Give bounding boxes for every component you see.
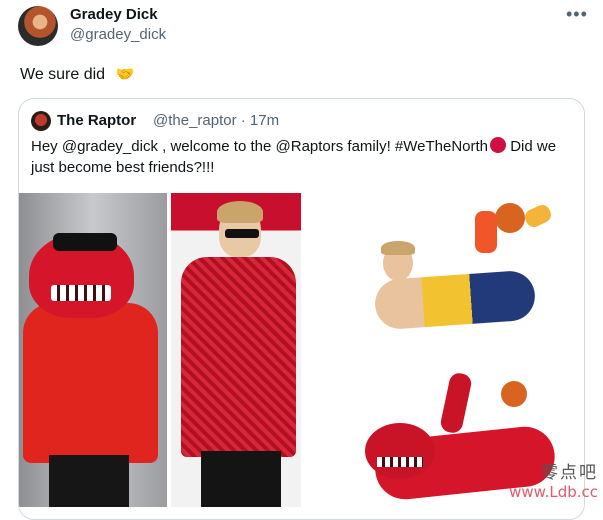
quoted-avatar[interactable]: [31, 111, 51, 131]
mascot-teeth-shape: [51, 285, 111, 301]
basketball-icon: [501, 381, 527, 407]
shoe-shape: [522, 202, 554, 230]
more-horizontal-icon[interactable]: •••: [566, 4, 588, 25]
quoted-text: Hey @gradey_dick , welcome to the @Rapto…: [31, 136, 576, 178]
gradey-dick-lying-pose-image[interactable]: [325, 193, 580, 351]
quoted-text-part1: Hey @gradey_dick , welcome to the @Rapto…: [31, 138, 489, 155]
player-sunglasses-shape: [225, 229, 259, 238]
watermark-chinese: 零点吧: [541, 463, 598, 483]
mascot-tail-shape: [439, 371, 473, 435]
raptors-logo-icon: [490, 137, 507, 153]
player-hair-shape: [381, 241, 415, 255]
mascot-teeth-shape: [377, 457, 423, 467]
shoe-shape: [475, 211, 497, 253]
pants-shape: [201, 451, 281, 507]
watermark: 零点吧 www.Ldb.cc: [498, 458, 598, 501]
author-avatar[interactable]: [18, 6, 58, 46]
author-handle[interactable]: @gradey_dick: [70, 26, 166, 43]
handshake-icon: 🤝: [115, 66, 135, 83]
quoted-handle-time: @the_raptor · 17m: [153, 112, 280, 129]
watermark-url: www.Ldb.cc: [509, 483, 598, 501]
author-name[interactable]: Gradey Dick: [70, 6, 158, 23]
quoted-name[interactable]: The Raptor: [57, 112, 136, 129]
basketball-icon: [495, 203, 525, 233]
sequin-jacket-shape: [181, 257, 296, 457]
tweet-text: We sure did 🤝: [20, 65, 134, 84]
raptor-mascot-red-jacket-image[interactable]: [19, 193, 167, 507]
tweet-text-body: We sure did: [20, 66, 106, 83]
mascot-legs-shape: [49, 455, 129, 507]
mascot-jacket-shape: [23, 303, 158, 463]
mascot-head-shape: [365, 423, 435, 479]
quoted-tweet-card[interactable]: The Raptor @the_raptor · 17m Hey @gradey…: [18, 98, 585, 520]
mascot-sunglasses-shape: [53, 233, 117, 251]
player-hair-shape: [217, 201, 263, 223]
gradey-dick-sequin-jacket-image[interactable]: [171, 193, 301, 507]
